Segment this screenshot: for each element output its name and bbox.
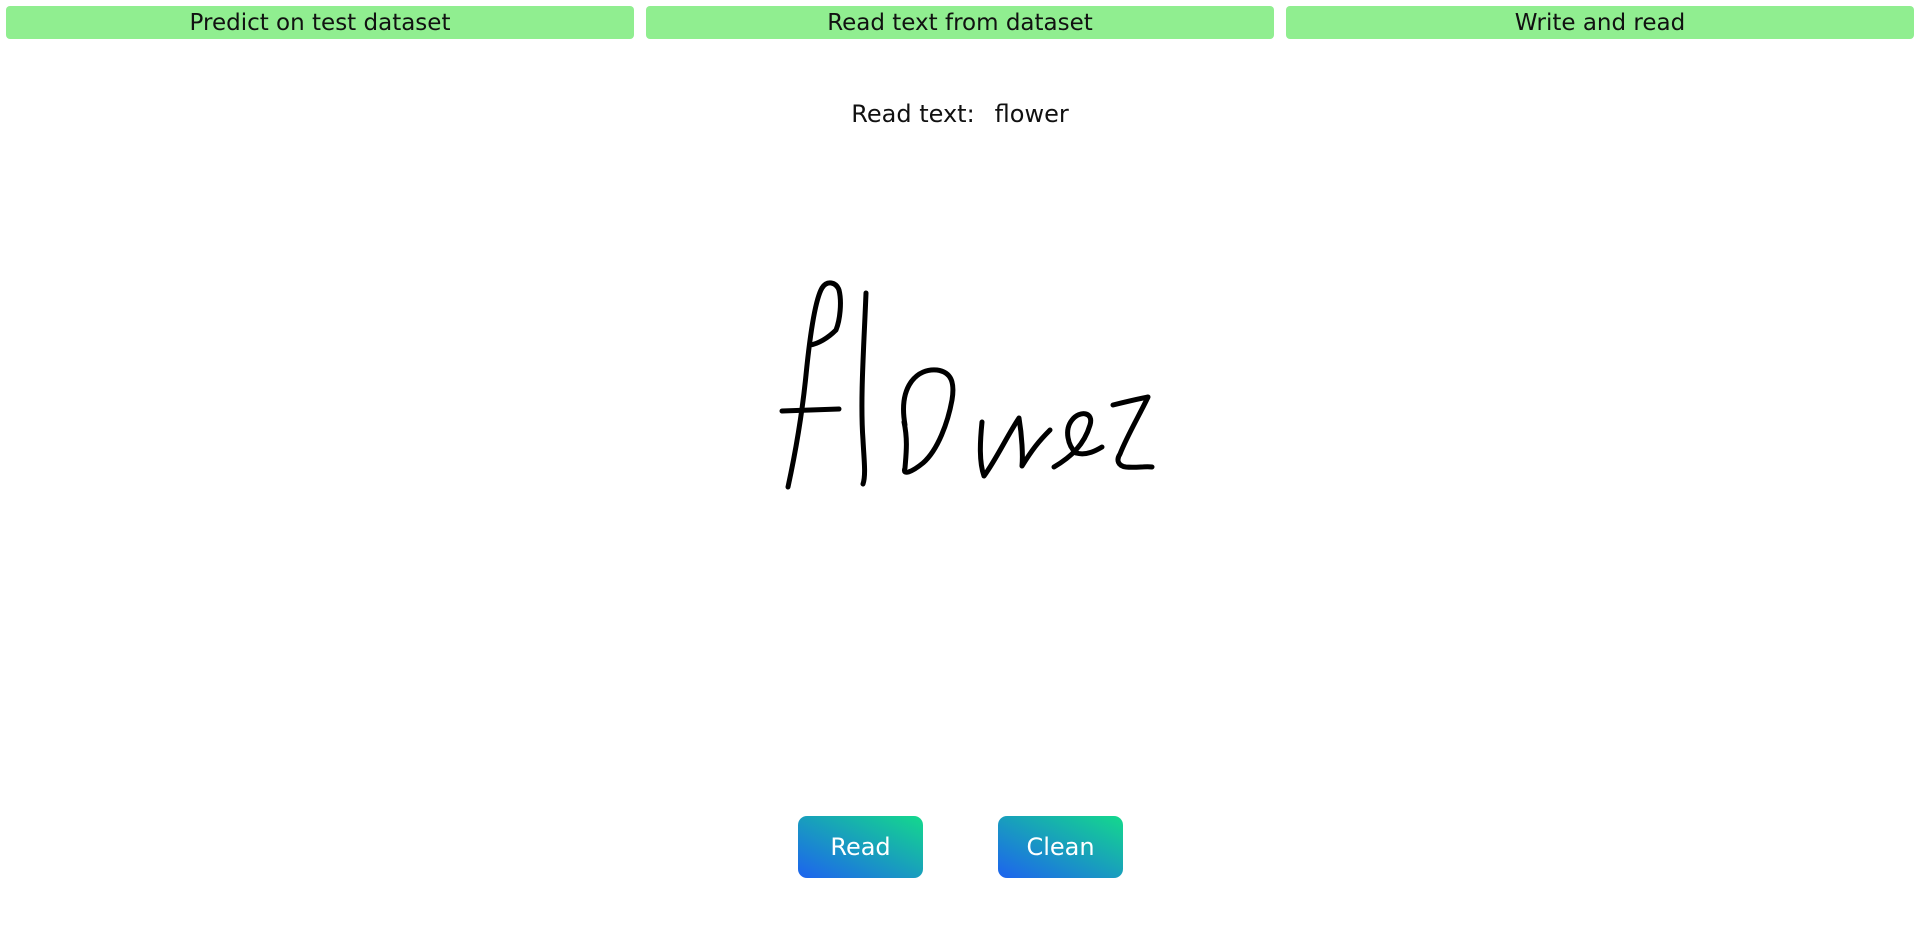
stroke-w — [977, 415, 1053, 479]
read-text-result: Read text: flower — [0, 96, 1920, 132]
clean-button[interactable]: Clean — [998, 816, 1123, 878]
stroke-f-stem — [785, 280, 843, 490]
stroke-e — [1051, 411, 1105, 470]
stroke-f-crossbar — [779, 406, 842, 414]
stroke-l — [859, 290, 869, 487]
handwriting-drawing — [779, 280, 1155, 490]
read-text-label: Read text: — [851, 100, 975, 128]
tab-read-text-from-dataset[interactable]: Read text from dataset — [646, 6, 1274, 39]
stroke-z — [1110, 394, 1155, 470]
read-button[interactable]: Read — [798, 816, 923, 878]
stroke-o — [901, 367, 956, 475]
read-text-value: flower — [994, 100, 1069, 128]
tab-write-and-read[interactable]: Write and read — [1286, 6, 1914, 39]
tab-predict-on-test-dataset[interactable]: Predict on test dataset — [6, 6, 634, 39]
tab-bar: Predict on test dataset Read text from d… — [6, 6, 1914, 39]
drawing-canvas[interactable] — [560, 160, 1360, 760]
